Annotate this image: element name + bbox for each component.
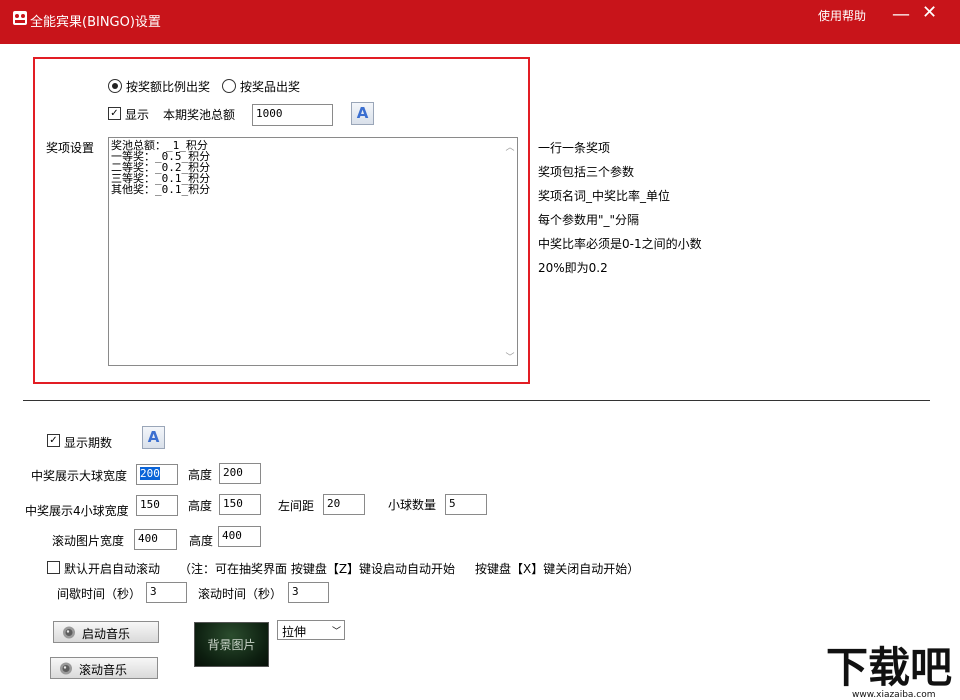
divider bbox=[23, 400, 930, 401]
speaker-icon bbox=[62, 626, 76, 639]
period-font-button[interactable]: A bbox=[142, 426, 165, 449]
background-image-label: 背景图片 bbox=[195, 636, 268, 653]
auto-scroll-checkbox[interactable] bbox=[47, 561, 60, 574]
scroll-image-height-input[interactable]: 400 bbox=[218, 526, 261, 547]
speaker-icon bbox=[59, 662, 73, 675]
scroll-image-height-label: 高度 bbox=[189, 532, 213, 549]
duration-label: 滚动时间（秒） bbox=[198, 585, 282, 602]
radio-prize-ratio[interactable] bbox=[108, 79, 122, 93]
background-image-button[interactable]: 背景图片 bbox=[194, 622, 269, 667]
font-icon: A bbox=[352, 103, 373, 124]
close-button[interactable]: ✕ bbox=[922, 4, 937, 22]
duration-input[interactable]: 3 bbox=[288, 582, 329, 603]
auto-scroll-label: 默认开启自动滚动 bbox=[64, 560, 160, 577]
prize-settings-textarea[interactable]: 奖池总额：_1_积分 一等奖：_0.5_积分 二等奖：_0.2_积分 三等奖：_… bbox=[108, 137, 518, 366]
auto-scroll-note-2: 按键盘【X】键关闭自动开始） bbox=[475, 560, 639, 577]
scroll-music-button[interactable]: 滚动音乐 bbox=[50, 657, 158, 679]
minimize-button[interactable]: — bbox=[892, 6, 910, 24]
app-icon bbox=[12, 10, 28, 26]
interval-input[interactable]: 3 bbox=[146, 582, 187, 603]
hint-text: 20%即为0.2 bbox=[538, 259, 608, 276]
watermark-logo: 下载吧 www.xiazaiba.com bbox=[822, 638, 960, 700]
big-ball-height-label: 高度 bbox=[188, 466, 212, 483]
radio-prize-item[interactable] bbox=[222, 79, 236, 93]
pool-total-input[interactable]: 1000 bbox=[252, 104, 333, 126]
small-ball-count-input[interactable]: 5 bbox=[445, 494, 487, 515]
hint-text: 奖项名词_中奖比率_单位 bbox=[538, 187, 670, 204]
interval-label: 间歇时间（秒） bbox=[57, 585, 141, 602]
scroll-music-label: 滚动音乐 bbox=[79, 661, 127, 678]
svg-text:下载吧: 下载吧 bbox=[826, 643, 952, 692]
big-ball-width-label: 中奖展示大球宽度 bbox=[31, 467, 127, 484]
scroll-up-icon[interactable]: ︿ bbox=[505, 140, 515, 153]
font-settings-button[interactable]: A bbox=[351, 102, 374, 125]
svg-text:www.xiazaiba.com: www.xiazaiba.com bbox=[852, 690, 936, 700]
start-music-button[interactable]: 启动音乐 bbox=[53, 621, 159, 643]
font-icon: A bbox=[143, 427, 164, 448]
small-ball-gap-label: 左间距 bbox=[278, 497, 314, 514]
prize-lines: 奖池总额：_1_积分 一等奖：_0.5_积分 二等奖：_0.2_积分 三等奖：_… bbox=[111, 140, 210, 195]
small-ball-width-input[interactable]: 150 bbox=[136, 495, 178, 516]
radio-prize-ratio-label: 按奖额比例出奖 bbox=[126, 78, 210, 95]
prize-line: 其他奖：_0.1_积分 bbox=[111, 184, 210, 195]
show-period-label: 显示期数 bbox=[64, 434, 112, 451]
prize-settings-label: 奖项设置 bbox=[46, 139, 94, 156]
auto-scroll-note: （注：可在抽奖界面 按键盘【Z】键设启动自动开始 bbox=[179, 560, 455, 577]
small-ball-width-label: 中奖展示4小球宽度 bbox=[25, 502, 129, 519]
scroll-image-width-label: 滚动图片宽度 bbox=[52, 532, 124, 549]
big-ball-width-input[interactable]: 200 bbox=[136, 464, 178, 485]
small-ball-height-label: 高度 bbox=[188, 497, 212, 514]
small-ball-height-input[interactable]: 150 bbox=[219, 494, 261, 515]
big-ball-width-value: 200 bbox=[140, 467, 160, 480]
hint-text: 一行一条奖项 bbox=[538, 139, 610, 156]
hint-text: 每个参数用"_"分隔 bbox=[538, 211, 639, 228]
small-ball-count-label: 小球数量 bbox=[388, 496, 436, 513]
show-period-checkbox[interactable]: ✓ bbox=[47, 434, 60, 447]
stretch-mode-value: 拉伸 bbox=[282, 623, 306, 640]
hint-text: 奖项包括三个参数 bbox=[538, 163, 634, 180]
hint-text: 中奖比率必须是0-1之间的小数 bbox=[538, 235, 702, 252]
window-title: 全能宾果(BINGO)设置 bbox=[30, 11, 161, 30]
radio-prize-item-label: 按奖品出奖 bbox=[240, 78, 300, 95]
small-ball-gap-input[interactable]: 20 bbox=[323, 494, 365, 515]
big-ball-height-input[interactable]: 200 bbox=[219, 463, 261, 484]
chevron-down-icon: ﹀ bbox=[332, 624, 341, 637]
stretch-mode-select[interactable]: 拉伸 ﹀ bbox=[277, 620, 345, 640]
show-checkbox[interactable]: ✓ bbox=[108, 107, 121, 120]
scroll-image-width-input[interactable]: 400 bbox=[134, 529, 177, 550]
help-link[interactable]: 使用帮助 bbox=[818, 7, 866, 24]
start-music-label: 启动音乐 bbox=[82, 625, 130, 642]
pool-total-label: 本期奖池总额 bbox=[163, 106, 235, 123]
show-checkbox-label: 显示 bbox=[125, 106, 149, 123]
scroll-down-icon[interactable]: ﹀ bbox=[505, 350, 515, 363]
